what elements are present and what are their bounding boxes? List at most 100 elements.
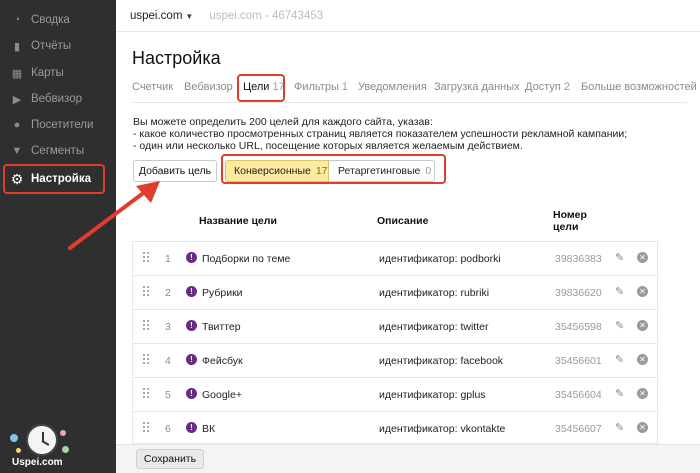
pencil-icon[interactable]: ✎ bbox=[615, 251, 627, 264]
close-icon[interactable]: ✕ bbox=[637, 286, 648, 297]
goal-type-switch: Конверсионные 17 Ретаргетинговые 0 bbox=[225, 160, 435, 182]
segment-retargeting[interactable]: Ретаргетинговые 0 bbox=[329, 160, 435, 182]
table-row: 6 ! ВК идентификатор: vkontakte 35456607… bbox=[132, 411, 658, 444]
top-bar: uspei.com ▼ uspei.com - 46743453 bbox=[116, 0, 700, 32]
goals-tab-highlight-box bbox=[237, 74, 285, 102]
sidebar-item-webvisor[interactable]: ▶ Вебвизор bbox=[0, 86, 116, 112]
tab-label: Счетчик bbox=[132, 81, 174, 93]
tabs-divider bbox=[132, 102, 687, 103]
goal-description: идентификатор: vkontakte bbox=[379, 423, 506, 435]
sidebar-item-label: Отчёты bbox=[31, 40, 72, 52]
drag-handle-icon[interactable] bbox=[143, 422, 151, 434]
pencil-icon[interactable]: ✎ bbox=[615, 353, 627, 366]
sidebar-item-summary[interactable]: ◔ Сводка bbox=[0, 7, 116, 33]
info-line: - один или несколько URL, посещение кото… bbox=[133, 140, 523, 152]
info-line: - какое количество просмотренных страниц… bbox=[133, 128, 628, 140]
segment-conversion[interactable]: Конверсионные 17 bbox=[225, 160, 329, 182]
table-row: 4 ! Фейсбук идентификатор: facebook 3545… bbox=[132, 343, 658, 376]
drag-handle-icon[interactable] bbox=[143, 354, 151, 366]
uspei-logo: Uspei.com bbox=[2, 418, 76, 473]
site-selector[interactable]: uspei.com ▼ bbox=[130, 10, 193, 22]
column-header-name: Название цели bbox=[199, 215, 277, 227]
tab-label: Вебвизор bbox=[184, 81, 233, 93]
play-icon: ▶ bbox=[12, 93, 22, 106]
logo-text: Uspei.com bbox=[12, 457, 63, 468]
drag-handle-icon[interactable] bbox=[143, 388, 151, 400]
goal-description: идентификатор: podborki bbox=[379, 253, 501, 265]
drag-handle-icon[interactable] bbox=[143, 286, 151, 298]
goal-id: 35456604 bbox=[555, 389, 602, 401]
dashboard-icon: ◔ bbox=[13, 14, 21, 26]
pencil-icon[interactable]: ✎ bbox=[615, 319, 627, 332]
segment-count: 0 bbox=[425, 165, 432, 177]
goals-table: 1 ! Подборки по теме идентификатор: podb… bbox=[132, 241, 658, 451]
row-number: 6 bbox=[165, 423, 171, 435]
goal-description: идентификатор: gplus bbox=[379, 389, 486, 401]
table-row: 3 ! Твиттер идентификатор: twitter 35456… bbox=[132, 309, 658, 342]
table-row: 5 ! Google+ идентификатор: gplus 3545660… bbox=[132, 377, 658, 410]
close-icon[interactable]: ✕ bbox=[637, 354, 648, 365]
pencil-icon[interactable]: ✎ bbox=[615, 421, 627, 434]
tab-notifications[interactable]: Уведомления bbox=[358, 81, 427, 93]
tab-webvisor[interactable]: Вебвизор bbox=[184, 81, 233, 93]
user-icon: ● bbox=[13, 119, 21, 131]
table-row: 1 ! Подборки по теме идентификатор: podb… bbox=[132, 241, 658, 274]
tab-label: Доступ bbox=[525, 81, 561, 93]
goal-id: 35456598 bbox=[555, 321, 602, 333]
pencil-icon[interactable]: ✎ bbox=[615, 387, 627, 400]
site-counter-id: uspei.com - 46743453 bbox=[209, 9, 324, 22]
warning-icon: ! bbox=[186, 422, 197, 433]
goal-id: 39836383 bbox=[555, 253, 602, 265]
close-icon[interactable]: ✕ bbox=[637, 388, 648, 399]
tab-data-upload[interactable]: Загрузка данных bbox=[434, 81, 520, 93]
save-button[interactable]: Сохранить bbox=[136, 449, 204, 469]
row-number: 2 bbox=[165, 287, 171, 299]
column-header-description: Описание bbox=[377, 215, 429, 227]
warning-icon: ! bbox=[186, 388, 197, 399]
sidebar-item-maps[interactable]: ▦ Карты bbox=[0, 60, 116, 86]
add-goal-button[interactable]: Добавить цель bbox=[133, 160, 217, 182]
sidebar-item-visitors[interactable]: ● Посетители bbox=[0, 112, 116, 138]
goal-description: идентификатор: twitter bbox=[379, 321, 489, 333]
row-number: 5 bbox=[165, 389, 171, 401]
site-name: uspei.com bbox=[130, 9, 183, 22]
goals-info-text: Вы можете определить 200 целей для каждо… bbox=[133, 116, 627, 152]
warning-icon: ! bbox=[186, 320, 197, 331]
warning-icon: ! bbox=[186, 252, 197, 263]
goal-description: идентификатор: rubriki bbox=[379, 287, 490, 299]
settings-highlight-box bbox=[3, 164, 105, 194]
goal-name: ВК bbox=[202, 423, 216, 435]
goal-name: Google+ bbox=[202, 389, 242, 401]
sidebar-item-segments[interactable]: ▼ Сегменты bbox=[0, 138, 116, 164]
reports-icon: ▮ bbox=[13, 40, 21, 53]
drag-handle-icon[interactable] bbox=[143, 252, 151, 264]
close-icon[interactable]: ✕ bbox=[637, 252, 648, 263]
info-line: Вы можете определить 200 целей для каждо… bbox=[133, 116, 433, 128]
row-number: 3 bbox=[165, 321, 171, 333]
maps-icon: ▦ bbox=[11, 67, 23, 80]
goal-name: Подборки по теме bbox=[202, 253, 291, 265]
sidebar-item-label: Вебвизор bbox=[31, 93, 82, 105]
tab-label: Больше возможностей bbox=[581, 81, 697, 93]
tab-label: Фильтры bbox=[294, 81, 339, 93]
pencil-icon[interactable]: ✎ bbox=[615, 285, 627, 298]
sidebar-item-label: Сводка bbox=[31, 14, 70, 26]
sidebar: ◔ Сводка ▮ Отчёты ▦ Карты ▶ Вебвизор ● П… bbox=[0, 0, 116, 473]
goal-id: 35456601 bbox=[555, 355, 602, 367]
goal-description: идентификатор: facebook bbox=[379, 355, 504, 367]
close-icon[interactable]: ✕ bbox=[637, 320, 648, 331]
tab-label: Загрузка данных bbox=[434, 81, 520, 93]
tab-counter[interactable]: Счетчик bbox=[132, 81, 173, 93]
sidebar-item-reports[interactable]: ▮ Отчёты bbox=[0, 33, 116, 59]
tab-filters[interactable]: Фильтры 1 bbox=[294, 81, 348, 93]
page-title: Настройка bbox=[132, 48, 221, 68]
header-line: цели bbox=[553, 221, 579, 233]
row-number: 4 bbox=[165, 355, 171, 367]
tab-count: 1 bbox=[341, 81, 349, 93]
warning-icon: ! bbox=[186, 286, 197, 297]
sidebar-item-label: Карты bbox=[31, 67, 64, 79]
tab-more-features[interactable]: Больше возможностей bbox=[581, 81, 697, 93]
tab-access[interactable]: Доступ 2 bbox=[525, 81, 570, 93]
drag-handle-icon[interactable] bbox=[143, 320, 151, 332]
close-icon[interactable]: ✕ bbox=[637, 422, 648, 433]
